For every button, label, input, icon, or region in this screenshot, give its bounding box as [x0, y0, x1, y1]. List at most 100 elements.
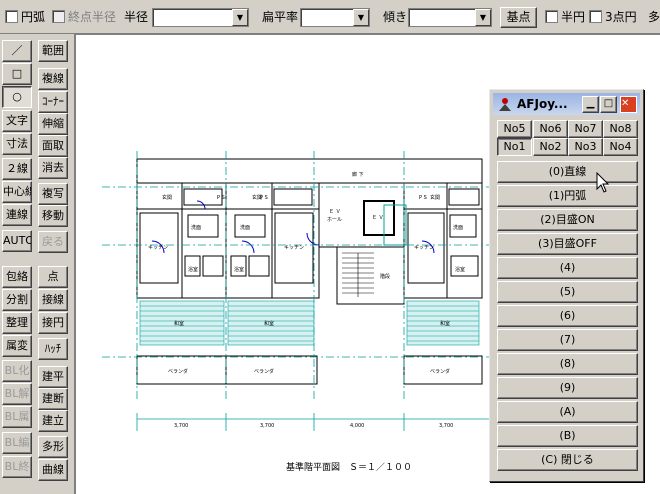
- minimize-icon: ▁: [586, 98, 595, 109]
- bathroom-label-1: 浴室: [188, 266, 198, 273]
- washroom-label-2: 洗面: [240, 224, 250, 231]
- three-point-checkbox[interactable]: [589, 10, 602, 23]
- mouse-pointer-icon: [596, 172, 610, 193]
- copy-tool-button[interactable]: 複写: [38, 183, 68, 205]
- polygon-cut-label: 多: [648, 10, 660, 24]
- hatch-tool-button[interactable]: ﾊｯﾁ: [38, 338, 68, 360]
- no7-button[interactable]: No7: [568, 120, 603, 138]
- no1-button[interactable]: No1: [497, 138, 532, 156]
- no3-button[interactable]: No3: [568, 138, 603, 156]
- text-tool-button[interactable]: 文字: [2, 110, 32, 132]
- cmd-4-button[interactable]: (4): [497, 257, 638, 279]
- block-end-tool-button[interactable]: BL終: [2, 456, 32, 478]
- cmd-grid-off-button[interactable]: (3)目盛OFF: [497, 233, 638, 255]
- flat-ratio-combo[interactable]: ▼: [300, 8, 370, 27]
- cmd-7-button[interactable]: (7): [497, 329, 638, 351]
- cleanup-tool-button[interactable]: 整理: [2, 312, 32, 334]
- ps-label-2: P S: [260, 195, 268, 201]
- radius-combo[interactable]: ▼: [152, 8, 249, 27]
- japanese-room-label-2: 和室: [264, 320, 274, 327]
- continuous-line-tool-button[interactable]: 連線: [2, 204, 32, 226]
- block-edit-tool-button[interactable]: BL編: [2, 432, 32, 454]
- center-line-tool-button[interactable]: 中心線: [2, 181, 32, 203]
- japanese-room-label-1: 和室: [174, 320, 184, 327]
- no5-button[interactable]: No5: [497, 120, 532, 138]
- erase-tool-button[interactable]: 消去: [38, 157, 68, 179]
- cmd-9-button[interactable]: (9): [497, 377, 638, 399]
- arc-checkbox[interactable]: [5, 10, 18, 23]
- close-icon: ✕: [621, 98, 630, 109]
- cmd-a-button[interactable]: (A): [497, 401, 638, 423]
- offset-tool-button[interactable]: 複線: [38, 68, 68, 90]
- cmd-6-button[interactable]: (6): [497, 305, 638, 327]
- stretch-tool-button[interactable]: 伸縮: [38, 113, 68, 135]
- chevron-down-icon[interactable]: ▼: [353, 9, 369, 26]
- entrance-label-3: 玄関: [430, 194, 440, 201]
- maximize-button[interactable]: □: [600, 96, 617, 113]
- envelope-tool-button[interactable]: 包絡: [2, 266, 32, 288]
- cmd-8-button[interactable]: (8): [497, 353, 638, 375]
- base-point-button[interactable]: 基点: [500, 7, 537, 28]
- chevron-down-icon[interactable]: ▼: [232, 9, 248, 26]
- split-tool-button[interactable]: 分割: [2, 289, 32, 311]
- cmd-b-button[interactable]: (B): [497, 425, 638, 447]
- cmd-close-button[interactable]: (C) 閉じる: [497, 449, 638, 471]
- no8-button[interactable]: No8: [603, 120, 638, 138]
- no6-button[interactable]: No6: [533, 120, 568, 138]
- no2-button[interactable]: No2: [533, 138, 568, 156]
- undo-tool-button[interactable]: 戻る: [38, 231, 68, 253]
- chamfer-tool-button[interactable]: 面取: [38, 135, 68, 157]
- curve-tool-button[interactable]: 曲線: [38, 459, 68, 481]
- ps-label-1: P S: [217, 195, 225, 201]
- block-explode-tool-button[interactable]: BL解: [2, 383, 32, 405]
- japanese-room-label-3: 和室: [440, 320, 450, 327]
- kitchen-label-2: キッチン: [284, 245, 304, 251]
- semicircle-checkbox[interactable]: [545, 10, 558, 23]
- cmd-line-button[interactable]: (0)直線: [497, 161, 638, 183]
- architectural-plan-tool-button[interactable]: 建平: [38, 366, 68, 388]
- point-tool-button[interactable]: 点: [38, 266, 68, 288]
- ps-label-3: P S: [419, 195, 427, 201]
- dimension-tool-button[interactable]: 寸法: [2, 133, 32, 155]
- radius-mode-label: 終点半径: [68, 10, 117, 24]
- rectangle-tool-button[interactable]: □: [2, 63, 32, 85]
- close-button[interactable]: ✕: [620, 96, 637, 113]
- cmd-arc-button[interactable]: (1)円弧: [497, 185, 638, 207]
- block-attribute-tool-button[interactable]: BL属: [2, 406, 32, 428]
- veranda-label-2: ベランダ: [254, 368, 274, 375]
- no4-button[interactable]: No4: [603, 138, 638, 156]
- kitchen-label-1: キッチン: [148, 245, 168, 251]
- chevron-down-icon[interactable]: ▼: [475, 9, 491, 26]
- auto-tool-button[interactable]: AUTO: [2, 230, 32, 252]
- polygon-tool-button[interactable]: 多形: [38, 436, 68, 458]
- three-point-label: 3点円: [605, 10, 637, 24]
- double-line-tool-button[interactable]: ２線: [2, 158, 32, 180]
- corner-tool-button[interactable]: ｺｰﾅｰ: [38, 91, 68, 113]
- washroom-label-3: 洗面: [453, 224, 463, 231]
- circle-tool-button[interactable]: ○: [2, 86, 32, 108]
- tilt-label: 傾き: [383, 10, 408, 24]
- drawing-caption: 基準階平面図 Ｓ＝１／１００: [286, 461, 412, 473]
- washroom-label-1: 洗面: [191, 224, 201, 231]
- attribute-change-tool-button[interactable]: 属変: [2, 335, 32, 357]
- architectural-elevation-tool-button[interactable]: 建立: [38, 410, 68, 432]
- radius-mode-checkbox[interactable]: [52, 10, 65, 23]
- tilt-combo[interactable]: ▼: [408, 8, 492, 27]
- afjoy-title: AFJoy...: [517, 97, 568, 111]
- cmd-grid-on-button[interactable]: (2)目盛ON: [497, 209, 638, 231]
- ev-label: Ｅ Ｖ: [372, 215, 384, 221]
- afjoy-title-bar[interactable]: AFJoy... ▁ □ ✕: [493, 93, 640, 115]
- tangent-circle-tool-button[interactable]: 接円: [38, 312, 68, 334]
- cmd-5-button[interactable]: (5): [497, 281, 638, 303]
- arc-checkbox-label: 円弧: [21, 10, 46, 24]
- move-tool-button[interactable]: 移動: [38, 205, 68, 227]
- tangent-tool-button[interactable]: 接線: [38, 289, 68, 311]
- block-create-tool-button[interactable]: BL化: [2, 360, 32, 382]
- dimension-4: 3,700: [439, 423, 453, 429]
- range-tool-button[interactable]: 範囲: [38, 40, 68, 62]
- minimize-button[interactable]: ▁: [582, 96, 599, 113]
- line-tool-button[interactable]: ／: [2, 40, 32, 62]
- top-toolbar: 円弧 終点半径 半径 ▼ 扁平率 ▼ 傾き ▼ 基点 半円 3点円 多: [0, 0, 660, 34]
- architectural-section-tool-button[interactable]: 建断: [38, 388, 68, 410]
- ev-hall-label-1: Ｅ Ｖ: [329, 209, 341, 215]
